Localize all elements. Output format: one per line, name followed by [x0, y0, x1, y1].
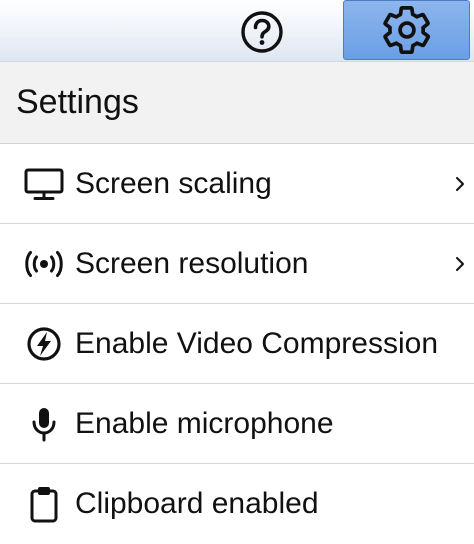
menu-item-video-compression[interactable]: Enable Video Compression — [0, 304, 474, 384]
settings-panel: Settings Screen scaling Screen resolutio… — [0, 62, 474, 544]
menu-item-clipboard[interactable]: Clipboard enabled — [0, 464, 474, 544]
menu-item-label: Clipboard enabled — [75, 487, 319, 520]
lightning-bolt-icon — [24, 324, 64, 364]
top-toolbar — [0, 0, 474, 62]
settings-title: Settings — [16, 83, 139, 121]
menu-item-screen-resolution[interactable]: Screen resolution — [0, 224, 474, 304]
settings-button[interactable] — [343, 0, 470, 60]
chevron-right-icon — [454, 255, 466, 273]
microphone-icon — [24, 404, 64, 444]
help-circle-icon — [241, 11, 283, 53]
monitor-icon — [24, 164, 64, 204]
broadcast-icon — [24, 244, 64, 284]
menu-item-microphone[interactable]: Enable microphone — [0, 384, 474, 464]
menu-item-label: Enable Video Compression — [75, 326, 439, 360]
menu-item-label: Enable microphone — [75, 406, 334, 440]
clipboard-icon — [24, 484, 64, 524]
chevron-right-icon — [454, 175, 466, 193]
menu-item-label: Screen scaling — [75, 166, 272, 200]
menu-item-label: Screen resolution — [75, 246, 309, 280]
gear-icon — [382, 6, 430, 55]
settings-header: Settings — [0, 62, 474, 144]
menu-item-screen-scaling[interactable]: Screen scaling — [0, 144, 474, 224]
help-button[interactable] — [236, 9, 288, 55]
